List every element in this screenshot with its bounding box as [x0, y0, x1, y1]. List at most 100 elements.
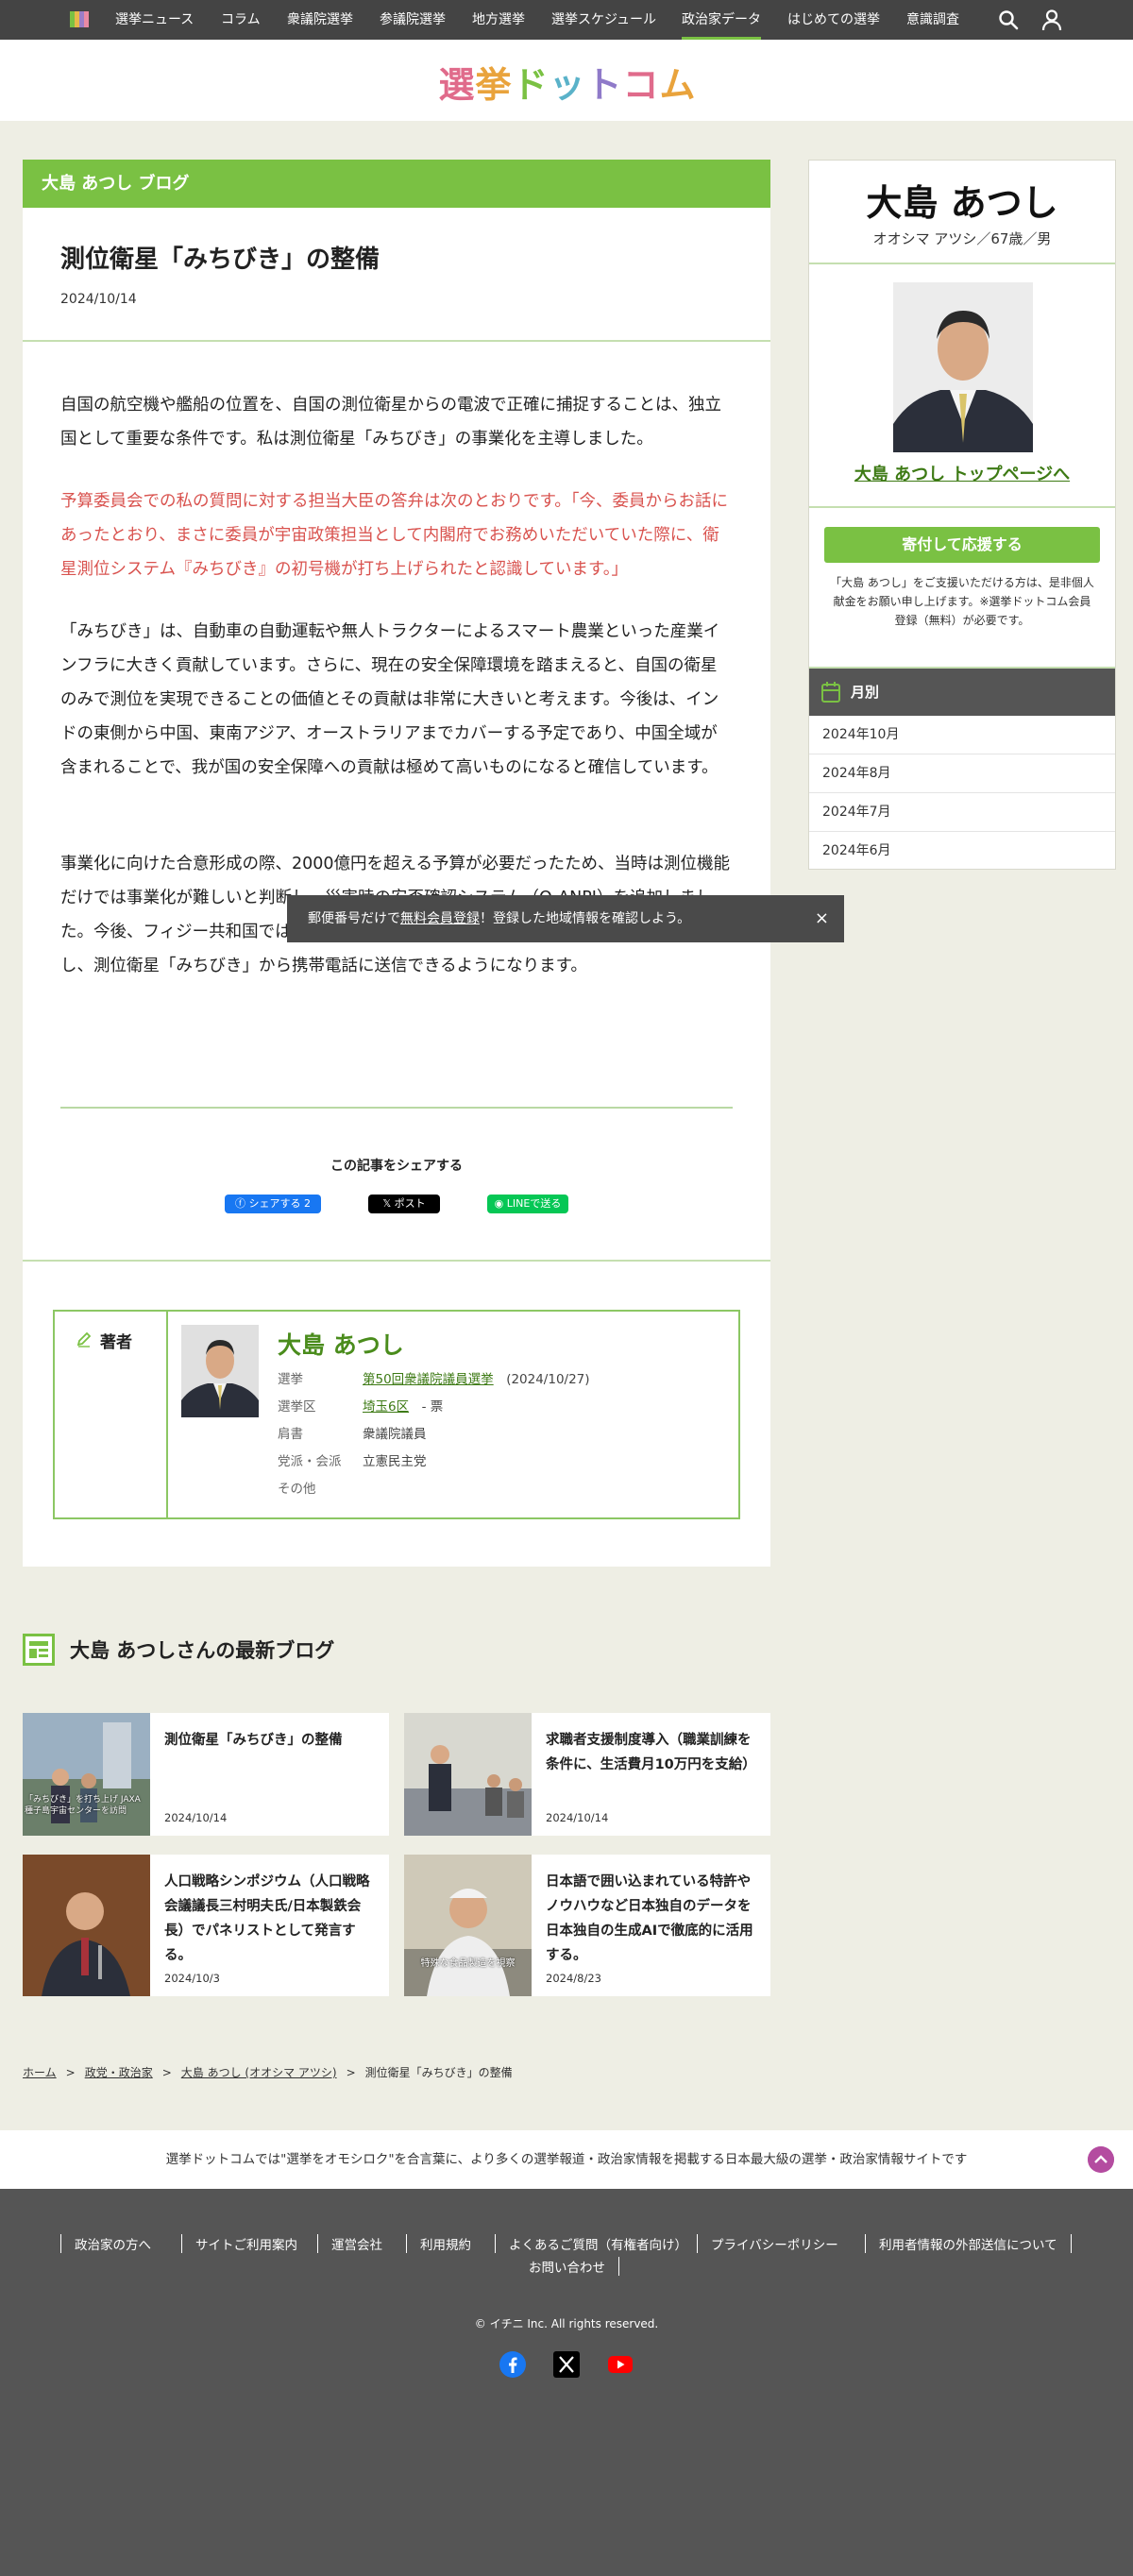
month-link[interactable]: 2024年8月 [809, 754, 1115, 793]
user-icon[interactable] [1040, 8, 1064, 32]
election-link[interactable]: 第50回衆議院議員選挙 [363, 1372, 494, 1387]
site-tagline: 選挙ドットコムでは"選挙をオモシロク"を合言葉に、より多くの選挙報道・政治家情報… [0, 2130, 1133, 2189]
line-icon: ◉ [494, 1197, 507, 1210]
site-logo[interactable]: 選挙ドットコム [438, 59, 695, 106]
author-label: 著者 [100, 1333, 132, 1352]
blog-card-title: 測位衛星「みちびき」の整備 [164, 1733, 343, 1748]
district-link[interactable]: 埼玉6区 [363, 1399, 409, 1415]
article-date: 2024/10/14 [60, 292, 137, 307]
article-card: 大島 あつし ブログ 測位衛星「みちびき」の整備 2024/10/14 自国の航… [23, 160, 770, 1567]
politician-top-link[interactable]: 大島 あつし トップページへ [809, 461, 1115, 485]
copyright: © イチニ Inc. All rights reserved. [474, 2317, 659, 2330]
donate-note: 「大島 あつし」をご支援いただける方は、是非個人献金をお願い申し上げます。※選挙… [830, 576, 1094, 627]
x-post-label: ポスト [394, 1197, 426, 1210]
divider [23, 1260, 770, 1262]
month-link[interactable]: 2024年6月 [809, 832, 1115, 871]
author-name[interactable]: 大島 あつし [278, 1327, 404, 1361]
divider [809, 263, 1115, 264]
row-key: その他 [278, 1482, 316, 1497]
footer-link[interactable]: 利用規約 [406, 2234, 484, 2253]
top-nav: 選挙ニュース コラム 衆議院選挙 参議院選挙 地方選挙 選挙スケジュール 政治家… [0, 0, 1133, 40]
politician-photo [893, 282, 1033, 452]
divider [809, 506, 1115, 508]
blog-list-icon [23, 1634, 55, 1666]
blog-thumbnail: 特殊な食品製造を視察 [404, 1855, 532, 1996]
breadcrumb-party-politician[interactable]: 政党・政治家 [85, 2066, 153, 2079]
footer-link[interactable]: 政治家の方へ [60, 2234, 164, 2253]
blog-card-date: 2024/10/14 [546, 1811, 609, 1824]
youtube-icon[interactable] [607, 2351, 634, 2378]
divider [23, 340, 770, 342]
nav-item-survey[interactable]: 意識調査 [906, 0, 959, 40]
blog-card-title: 日本語で囲い込まれている特許やノウハウなど日本独自のデータを日本独自の生成AIで… [546, 1874, 753, 1963]
article-paragraph: 自国の航空機や艦船の位置を、自国の測位衛星からの電波で正確に捕捉することは、独立… [60, 396, 721, 449]
facebook-share-label: シェアする 2 [248, 1197, 312, 1210]
nav-item-news[interactable]: 選挙ニュース [115, 0, 194, 40]
row-key: 党派・会派 [278, 1454, 342, 1469]
facebook-icon: ⓕ [235, 1197, 249, 1210]
line-share-label: LINEで送る [506, 1197, 562, 1210]
facebook-icon[interactable] [499, 2351, 526, 2378]
footer-link[interactable]: 運営会社 [317, 2234, 396, 2253]
back-to-top-icon[interactable] [1088, 2146, 1114, 2173]
row-key: 選挙区 [278, 1399, 316, 1415]
breadcrumb: ホーム > 政党・政治家 > 大島 あつし (オオシマ アツシ) > 測位衛星「みちびき」の… [23, 2064, 513, 2080]
footer-link[interactable]: プライバシーポリシー [697, 2234, 852, 2253]
breadcrumb-home[interactable]: ホーム [23, 2066, 57, 2079]
author-box: 著者 大島 あつし 選挙 第50回衆議院議員選挙 (2024/10/27) 選挙… [53, 1310, 740, 1519]
pen-icon [76, 1331, 92, 1347]
nav-item-column[interactable]: コラム [221, 0, 261, 40]
election-date: (2024/10/27) [506, 1372, 590, 1387]
vote-count: - 票 [421, 1399, 444, 1415]
blog-thumbnail [23, 1855, 150, 1996]
footer-link[interactable]: 利用者情報の外部送信について [865, 2234, 1072, 2253]
month-link[interactable]: 2024年7月 [809, 793, 1115, 832]
blog-card[interactable]: 特殊な食品製造を視察 日本語で囲い込まれている特許やノウハウなど日本独自のデータ… [404, 1855, 770, 1996]
breadcrumb-politician[interactable]: 大島 あつし (オオシマ アツシ) [181, 2066, 337, 2079]
signup-toast: 郵便番号だけで無料会員登録！登録した地域情報を確認しよう。 × [287, 895, 844, 942]
signup-link[interactable]: 無料会員登録 [400, 911, 480, 926]
search-icon[interactable] [996, 8, 1021, 32]
row-value: 衆議院議員 [363, 1427, 427, 1442]
facebook-share-button[interactable]: ⓕ シェアする 2 [225, 1195, 321, 1213]
x-post-button[interactable]: 𝕏 ポスト [368, 1195, 440, 1213]
latest-blog-title: 大島 あつしさんの最新ブログ [70, 1639, 335, 1662]
breadcrumb-separator-icon: > [346, 2066, 356, 2079]
blog-card[interactable]: 「みちびき」を打ち上げ JAXA種子島宇宙センターを訪問 測位衛星「みちびき」の… [23, 1713, 389, 1836]
blog-header: 大島 あつし ブログ [23, 160, 770, 208]
blog-card[interactable]: 求職者支援制度導入（職業訓練を条件に、生活費月10万円を支給） 2024/10/… [404, 1713, 770, 1836]
blog-card-date: 2024/10/3 [164, 1972, 220, 1985]
profile-sidebar: 大島 あつし オオシマ アツシ／67歳／男 大島 あつし トップページへ 寄付し… [808, 160, 1116, 870]
thumbnail-caption: 「みちびき」を打ち上げ JAXA種子島宇宙センターを訪問 [25, 1795, 141, 1816]
article-paragraph: 「みちびき」は、自動車の自動運転や無人トラクターによるスマート農業といった産業イ… [60, 622, 720, 777]
calendar-icon [821, 682, 840, 703]
blog-card-title: 求職者支援制度導入（職業訓練を条件に、生活費月10万円を支給） [546, 1733, 756, 1772]
blog-card[interactable]: 人口戦略シンポジウム（人口戦略会議議長三村明夫氏/日本製鉄会長）でパネリストとし… [23, 1855, 389, 1996]
month-link[interactable]: 2024年10月 [809, 716, 1115, 754]
x-icon: 𝕏 [382, 1197, 395, 1210]
nav-item-first-election[interactable]: はじめての選挙 [787, 0, 880, 40]
footer-link[interactable]: よくあるご質問（有権者向け） [495, 2234, 701, 2253]
author-label-cell: 著者 [55, 1312, 168, 1517]
line-share-button[interactable]: ◉ LINEで送る [487, 1195, 568, 1213]
thumbnail-caption: 特殊な食品製造を視察 [420, 1958, 516, 1969]
nav-item-local[interactable]: 地方選挙 [472, 0, 525, 40]
footer-link[interactable]: お問い合わせ [516, 2257, 619, 2276]
close-icon[interactable]: × [815, 895, 829, 942]
brand-bar: 選挙ドットコム [0, 40, 1133, 121]
blog-card-title: 人口戦略シンポジウム（人口戦略会議議長三村明夫氏/日本製鉄会長）でパネリストとし… [164, 1874, 370, 1963]
article-title: 測位衛星「みちびき」の整備 [60, 246, 380, 274]
footer-link[interactable]: サイトご利用案内 [181, 2234, 311, 2253]
nav-item-lower-house[interactable]: 衆議院選挙 [287, 0, 353, 40]
donate-button[interactable]: 寄付して応援する [824, 527, 1100, 563]
nav-item-upper-house[interactable]: 参議院選挙 [380, 0, 446, 40]
nav-item-schedule[interactable]: 選挙スケジュール [551, 0, 656, 40]
nav-item-politician-data[interactable]: 政治家データ [682, 0, 761, 40]
row-key: 選挙 [278, 1372, 303, 1387]
breadcrumb-separator-icon: > [65, 2066, 76, 2079]
row-value: 立憲民主党 [363, 1454, 427, 1469]
politician-kana: オオシマ アツシ／67歳／男 [872, 230, 1052, 247]
site-mini-logo[interactable] [70, 11, 89, 27]
x-icon[interactable] [553, 2351, 580, 2378]
row-key: 肩書 [278, 1427, 303, 1442]
